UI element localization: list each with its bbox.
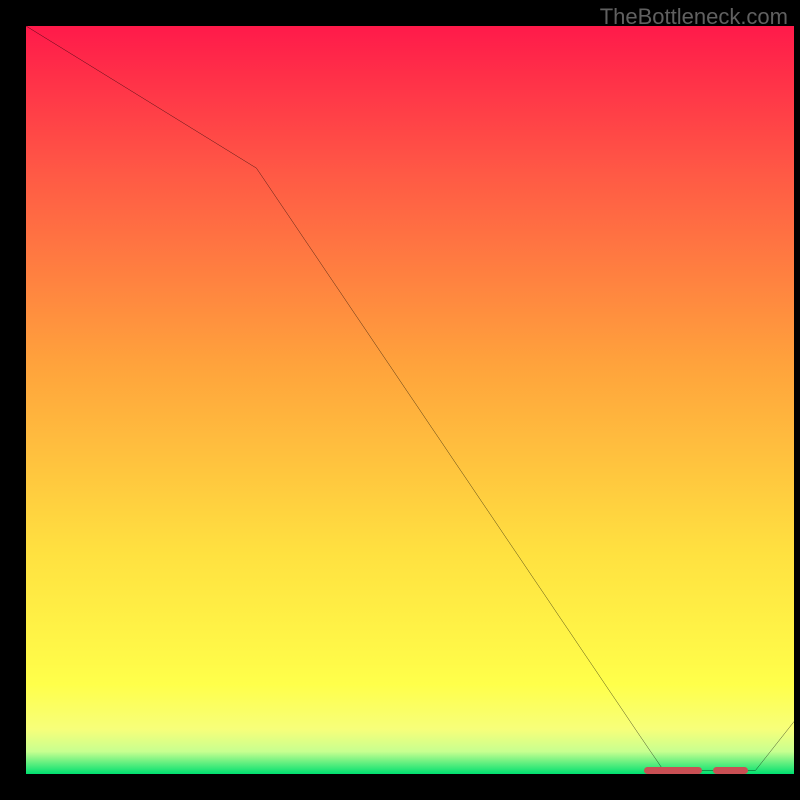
- bottleneck-chart: [26, 26, 794, 774]
- flat-zone-marker: [644, 767, 702, 774]
- plot-area: [26, 26, 794, 774]
- watermark-text: TheBottleneck.com: [600, 4, 788, 30]
- chart-container: TheBottleneck.com: [0, 0, 800, 800]
- gradient-background: [26, 26, 794, 774]
- flat-zone-marker: [713, 767, 748, 774]
